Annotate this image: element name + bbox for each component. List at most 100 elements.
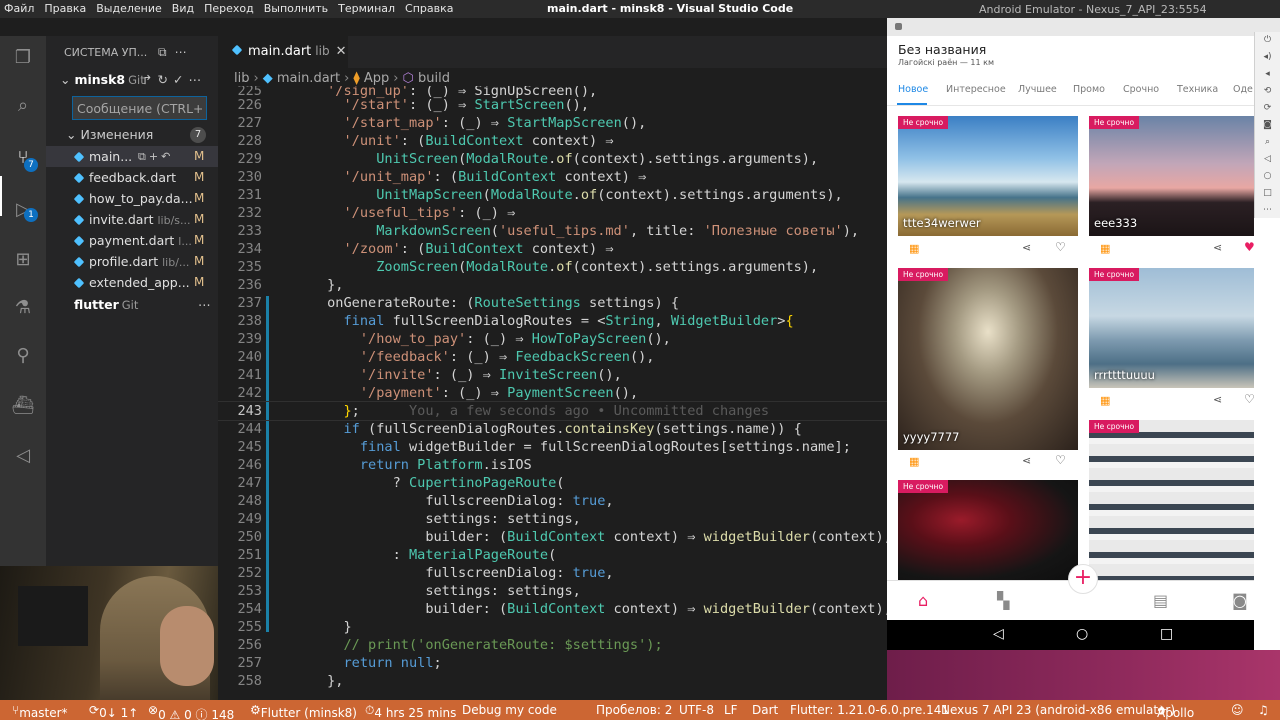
heart-filled-icon[interactable]: ♥ xyxy=(1244,240,1255,254)
power-icon[interactable]: ⏻ xyxy=(1255,32,1280,49)
breadcrumb-item[interactable]: lib xyxy=(234,71,249,86)
tab-clothes[interactable]: Оде xyxy=(1233,84,1253,95)
eol-status[interactable]: LF xyxy=(724,703,738,717)
list-item[interactable]: invite.dart lib/s... M xyxy=(46,209,218,230)
close-icon[interactable]: ✕ xyxy=(336,44,347,59)
list-item[interactable]: profile.dart lib/... M xyxy=(46,251,218,272)
discard-icon[interactable]: ↶ xyxy=(161,150,173,163)
sync-status[interactable]: ⟳ 0↓ 1↑ xyxy=(89,703,138,720)
tab-new[interactable]: Новое xyxy=(898,84,928,95)
testing-icon[interactable]: ⚗ xyxy=(11,296,35,320)
back-icon[interactable]: ◁ xyxy=(1255,151,1280,168)
item-card[interactable]: Не срочно eee333 xyxy=(1089,116,1254,236)
home-icon[interactable]: ○ xyxy=(1255,168,1280,185)
docker-icon[interactable]: ⛴ xyxy=(11,394,35,418)
explorer-icon[interactable]: ❐ xyxy=(11,46,35,70)
time-status[interactable]: ⏱ 4 hrs 25 mins xyxy=(365,703,456,720)
camera-icon[interactable]: ◙ xyxy=(1255,117,1280,134)
stage-icon[interactable]: + xyxy=(149,150,161,163)
indent-status[interactable]: Пробелов: 2 xyxy=(596,703,672,717)
tab-interesting[interactable]: Интересное xyxy=(946,84,1006,95)
flutter-more-icon[interactable]: ⋯ xyxy=(198,297,211,312)
branch-icon[interactable]: ↱ xyxy=(142,72,157,87)
item-card[interactable]: Не срочно rrrttttuuuu xyxy=(1089,268,1254,388)
feedback-icon[interactable]: ☺ xyxy=(1231,703,1244,717)
chat-icon[interactable]: ▤ xyxy=(1153,591,1168,610)
zoom-icon[interactable]: ⌕ xyxy=(1255,134,1280,151)
code-editor[interactable]: 225 '/sign_up': (_) ⇒ SignUpScreen(), 22… xyxy=(218,86,887,700)
check-icon[interactable]: ✓ xyxy=(173,72,188,87)
layout-icon[interactable]: ⧉ xyxy=(158,45,175,59)
search-icon[interactable]: ⌕ xyxy=(11,94,35,118)
changes-group[interactable]: ⌄ Изменения 7 xyxy=(66,127,212,143)
item-card[interactable]: Не срочно xyxy=(898,480,1078,580)
profile-icon[interactable]: ◙ xyxy=(1232,591,1248,610)
extensions-icon[interactable]: ⊞ xyxy=(11,248,35,272)
commit-message-input[interactable] xyxy=(72,96,207,120)
rotate-right-icon[interactable]: ⟳ xyxy=(1255,100,1280,117)
menu-go[interactable]: Переход xyxy=(204,2,254,15)
share-icon[interactable]: ⋖ xyxy=(1022,241,1031,254)
menu-help[interactable]: Справка xyxy=(405,2,453,15)
menu-selection[interactable]: Выделение xyxy=(96,2,162,15)
share-icon[interactable]: ⋖ xyxy=(1213,393,1222,406)
share-icon[interactable]: ⋖ xyxy=(1213,241,1222,254)
list-item[interactable]: how_to_pay.da... M xyxy=(46,188,218,209)
device-status[interactable]: Nexus 7 API 23 (android-x86 emulator) xyxy=(941,703,1175,717)
app-subtitle[interactable]: Лагойскі раён — 11 км xyxy=(898,58,994,67)
branch-status[interactable]: ⑂ master* xyxy=(12,703,68,720)
tab-promo[interactable]: Промо xyxy=(1073,84,1105,95)
rotate-left-icon[interactable]: ⟲ xyxy=(1255,83,1280,100)
open-file-icon[interactable]: ⧉ xyxy=(138,150,149,163)
repo-row[interactable]: ⌄ minsk8 Git ↱↻✓⋯ xyxy=(60,72,218,87)
item-card[interactable]: Не срочно yyyy7777 xyxy=(898,268,1078,450)
heart-icon[interactable]: ♡ xyxy=(1055,453,1066,467)
menu-file[interactable]: Файл xyxy=(4,2,34,15)
add-item-button[interactable]: + xyxy=(1068,564,1098,594)
tab-urgent[interactable]: Срочно xyxy=(1123,84,1159,95)
breadcrumb-item[interactable]: main.dart xyxy=(277,71,340,86)
apollo-status[interactable]: Apollo ✈ xyxy=(1157,703,1194,720)
overview-icon[interactable]: □ xyxy=(1255,185,1280,202)
list-item[interactable]: extended_app... M xyxy=(46,272,218,293)
heart-icon[interactable]: ♡ xyxy=(1055,240,1066,254)
flutter-icon[interactable]: ◁ xyxy=(11,444,35,468)
language-status[interactable]: Dart xyxy=(752,703,778,717)
more-icon[interactable]: ⋯ xyxy=(175,45,195,59)
android-home-icon[interactable]: ○ xyxy=(1076,626,1088,642)
git-graph-icon[interactable]: ⚲ xyxy=(11,344,35,368)
debug-status[interactable]: Debug my code xyxy=(462,703,557,717)
volume-up-icon[interactable]: ◂) xyxy=(1255,49,1280,66)
flutter-version-status[interactable]: Flutter: 1.21.0-6.0.pre.141 xyxy=(790,703,949,717)
android-back-icon[interactable]: ◁ xyxy=(993,626,1004,642)
item-card[interactable]: Не срочно xyxy=(1089,420,1254,580)
tab-main-dart[interactable]: main.dart lib ✕ xyxy=(218,36,348,68)
refresh-icon[interactable]: ↻ xyxy=(157,72,172,87)
tab-best[interactable]: Лучшее xyxy=(1018,84,1057,95)
problems-status[interactable]: ⊗ 0 ⚠ 0 ⓘ 148 xyxy=(148,703,234,720)
breadcrumb-item[interactable]: build xyxy=(418,71,450,86)
menu-terminal[interactable]: Терминал xyxy=(338,2,395,15)
bell-icon[interactable]: ♫ xyxy=(1258,703,1269,717)
home-icon[interactable]: ⌂ xyxy=(918,591,928,610)
flutter-repo-row[interactable]: flutter Git ⋯ xyxy=(74,297,211,312)
menu-view[interactable]: Вид xyxy=(172,2,194,15)
list-item[interactable]: feedback.dart M xyxy=(46,167,218,188)
encoding-status[interactable]: UTF-8 xyxy=(679,703,714,717)
tab-tech[interactable]: Техника xyxy=(1177,84,1218,95)
flutter-status[interactable]: ⚙ Flutter (minsk8) xyxy=(250,703,357,720)
menu-run[interactable]: Выполнить xyxy=(264,2,328,15)
share-icon[interactable]: ⋖ xyxy=(1022,454,1031,467)
menu-edit[interactable]: Правка xyxy=(44,2,86,15)
item-card[interactable]: Не срочно ttte34werwer xyxy=(898,116,1078,236)
repo-more-icon[interactable]: ⋯ xyxy=(188,72,206,87)
more-icon[interactable]: ⋯ xyxy=(1255,202,1280,219)
catalog-icon[interactable]: ▚ xyxy=(997,591,1009,610)
breadcrumb-item[interactable]: App xyxy=(364,71,389,86)
heart-icon[interactable]: ♡ xyxy=(1244,392,1255,406)
android-overview-icon[interactable]: □ xyxy=(1160,626,1173,642)
volume-down-icon[interactable]: ◂ xyxy=(1255,66,1280,83)
file-status: M xyxy=(194,170,205,184)
list-item[interactable]: main... ⧉+↶ M xyxy=(46,146,218,167)
list-item[interactable]: payment.dart l... M xyxy=(46,230,218,251)
